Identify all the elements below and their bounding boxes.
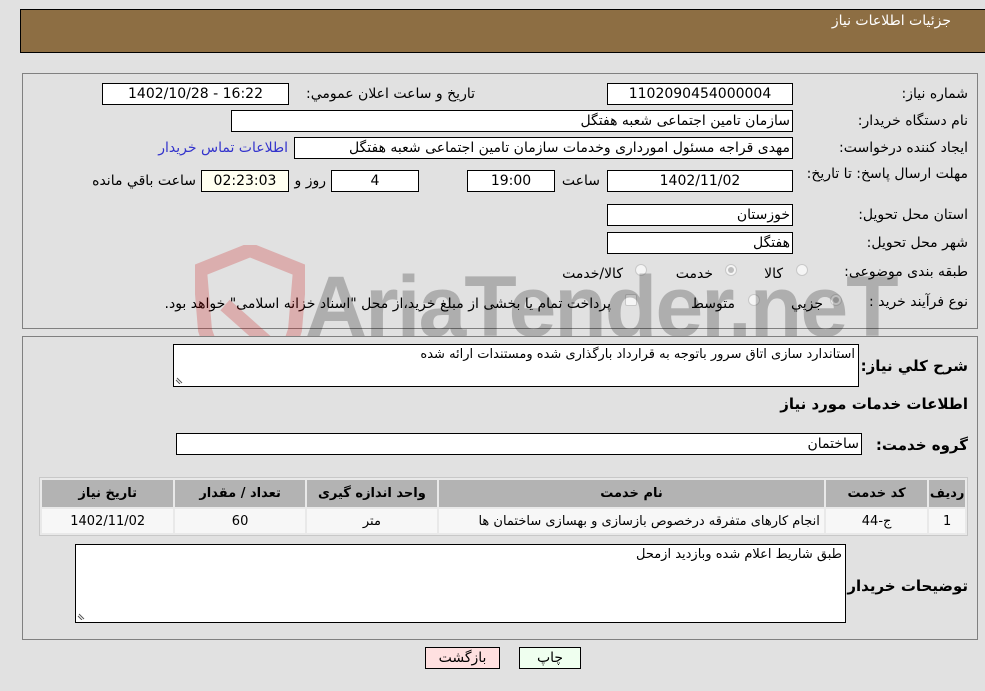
- treasury-checkbox[interactable]: [625, 294, 637, 306]
- category-radio-goods-service[interactable]: [635, 264, 647, 276]
- purchase-type-option-minor: جزيي: [791, 296, 823, 312]
- buyer-contact-link[interactable]: اطلاعات تماس خریدار: [158, 140, 288, 156]
- cell-service-code: ج-44: [825, 509, 928, 533]
- category-option-goods-service: کالا/خدمت: [562, 266, 623, 282]
- deadline-time-field: 19:00: [467, 170, 555, 192]
- remaining-time-label: ساعت باقي مانده: [92, 173, 196, 189]
- remaining-days-field: 4: [331, 170, 419, 192]
- service-group-field: ساختمان: [176, 433, 862, 455]
- deadline-label: مهلت ارسال پاسخ: تا تاریخ:: [806, 166, 968, 182]
- service-group-label: گروه خدمت:: [875, 436, 968, 454]
- category-label: طبقه بندی موضوعی:: [844, 264, 968, 280]
- description-textarea[interactable]: استاندارد سازی اتاق سرور باتوجه به قرارد…: [173, 344, 859, 387]
- back-button[interactable]: بازگشت: [425, 647, 500, 669]
- category-option-goods: کالا: [764, 266, 783, 282]
- cell-row-number: 1: [929, 509, 965, 533]
- buyer-notes-label: توضیحات خریدار:: [841, 577, 968, 595]
- resize-grip-icon[interactable]: [175, 374, 185, 384]
- cell-unit: متر: [306, 509, 438, 533]
- remaining-time-field: 02:23:03: [201, 170, 289, 192]
- announce-datetime-field: 1402/10/28 - 16:22: [102, 83, 289, 105]
- cell-need-date: 1402/11/02: [42, 509, 174, 533]
- col-unit: واحد اندازه گیری: [306, 480, 438, 507]
- purchase-type-option-medium: متوسط: [691, 296, 735, 312]
- need-number-field: 1102090454000004: [607, 83, 793, 105]
- city-field: هفتگل: [607, 232, 793, 254]
- table-header-row: ردیف کد خدمت نام خدمت واحد اندازه گیری ت…: [42, 480, 965, 507]
- col-need-date: تاریخ نیاز: [42, 480, 174, 507]
- print-button[interactable]: چاپ: [519, 647, 581, 669]
- creator-label: ایجاد کننده درخواست:: [839, 140, 968, 156]
- category-radio-service[interactable]: [725, 264, 737, 276]
- deadline-date-field: 1402/11/02: [607, 170, 793, 192]
- buyer-org-label: نام دستگاه خریدار:: [857, 113, 968, 129]
- purchase-type-label: نوع فرآیند خرید :: [869, 294, 968, 310]
- cell-service-name: انجام کارهای متفرقه درخصوص بازسازی و بهس…: [439, 509, 824, 533]
- category-option-service: خدمت: [675, 266, 713, 282]
- buyer-org-field: سازمان تامین اجتماعی شعبه هفتگل: [231, 110, 793, 132]
- treasury-note: پرداخت تمام یا بخشی از مبلغ خرید،از محل …: [164, 296, 611, 312]
- col-service-code: کد خدمت: [825, 480, 928, 507]
- announce-datetime-label: تاریخ و ساعت اعلان عمومي:: [306, 86, 475, 102]
- table-row: 1 ج-44 انجام کارهای متفرقه درخصوص بازساز…: [42, 509, 965, 533]
- col-service-name: نام خدمت: [439, 480, 824, 507]
- services-table: ردیف کد خدمت نام خدمت واحد اندازه گیری ت…: [39, 477, 968, 536]
- purchase-type-radio-minor[interactable]: [830, 294, 842, 306]
- city-label: شهر محل تحویل:: [866, 235, 968, 251]
- need-number-label: شماره نیاز:: [901, 86, 969, 102]
- category-radio-goods[interactable]: [796, 264, 808, 276]
- province-field: خوزستان: [607, 204, 793, 226]
- resize-grip-icon[interactable]: [77, 610, 87, 620]
- buyer-notes-textarea[interactable]: طبق شاریط اعلام شده وبازدید ازمحل: [75, 544, 846, 623]
- col-quantity: تعداد / مقدار: [175, 480, 305, 507]
- remaining-days-label: روز و: [294, 173, 327, 189]
- page-title: جزئیات اطلاعات نیاز: [831, 13, 951, 29]
- col-row-number: ردیف: [929, 480, 965, 507]
- deadline-time-label: ساعت: [561, 173, 600, 189]
- province-label: استان محل تحویل:: [858, 207, 968, 223]
- creator-field: مهدی قراجه مسئول امورداری وخدمات سازمان …: [294, 137, 793, 159]
- description-label: شرح کلي نیاز:: [860, 357, 968, 375]
- services-section-title: اطلاعات خدمات مورد نیاز: [780, 395, 968, 413]
- purchase-type-radio-medium[interactable]: [748, 294, 760, 306]
- cell-quantity: 60: [175, 509, 305, 533]
